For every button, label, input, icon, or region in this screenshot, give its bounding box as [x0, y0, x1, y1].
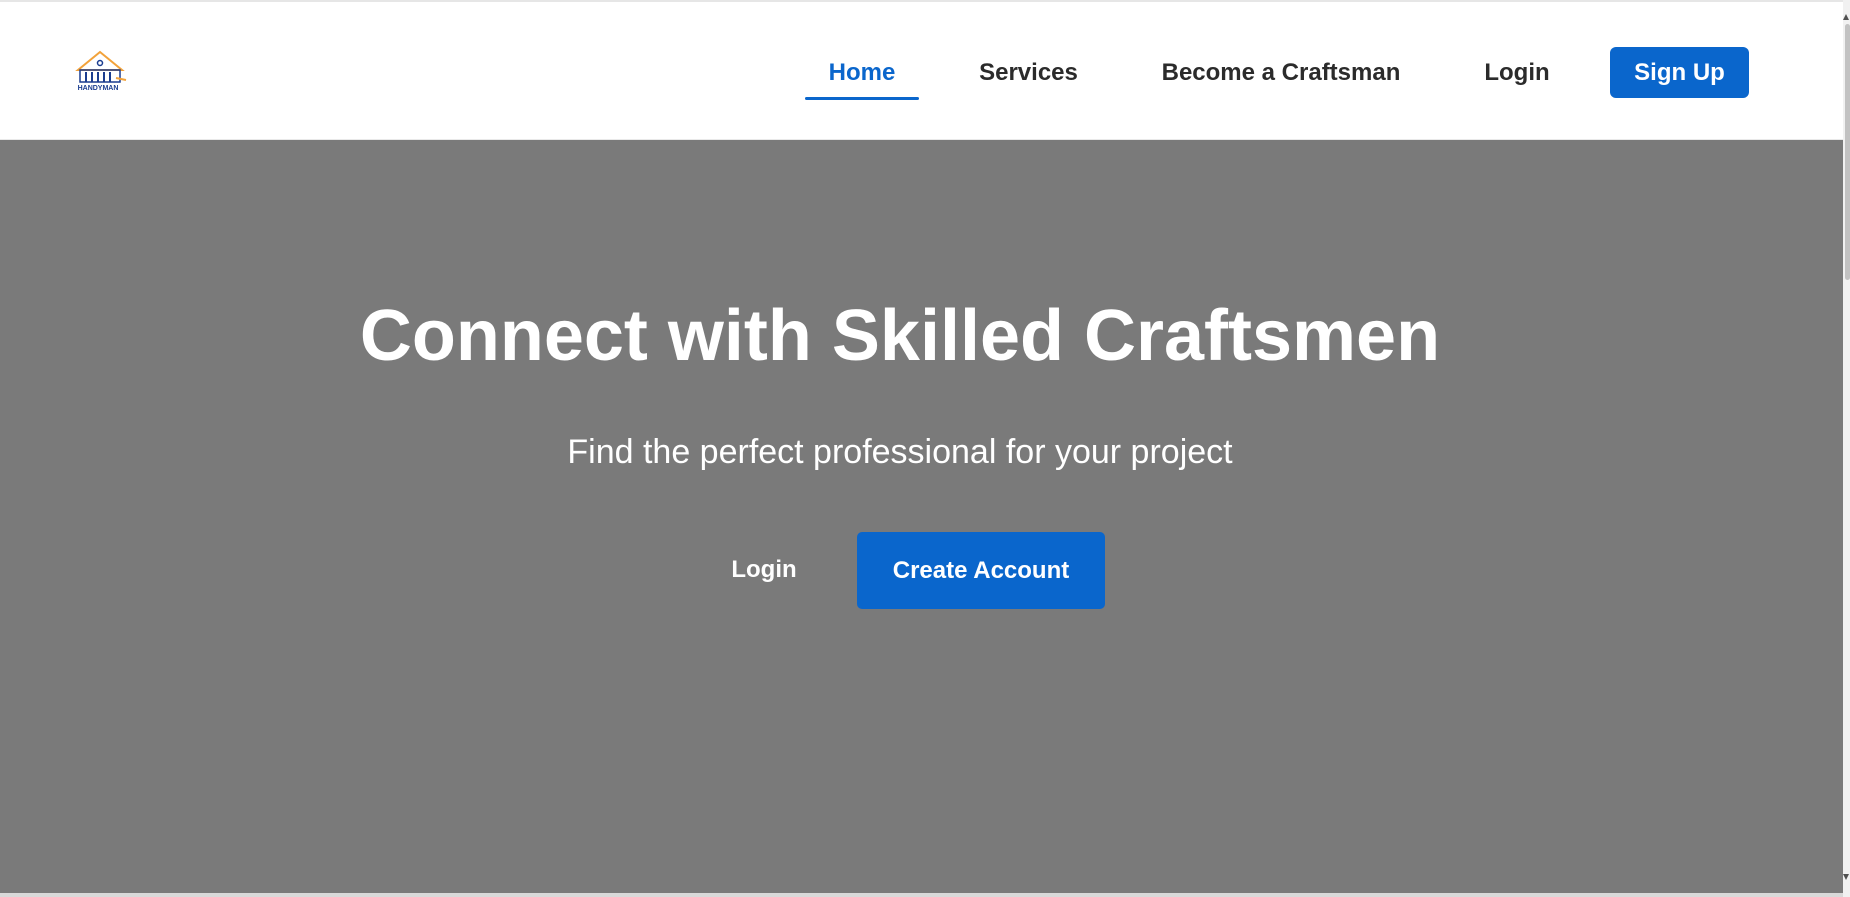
- create-account-button[interactable]: Create Account: [857, 532, 1105, 609]
- hero-subtitle: Find the perfect professional for your p…: [567, 433, 1233, 471]
- navbar: HANDYMAN Home Services Become a Craftsma…: [0, 2, 1843, 140]
- scrollbar-thumb[interactable]: [1845, 24, 1850, 280]
- nav-home-link[interactable]: Home: [805, 48, 919, 100]
- signup-button[interactable]: Sign Up: [1610, 47, 1749, 98]
- scroll-up-arrow-icon[interactable]: [1843, 14, 1849, 20]
- nav-become-craftsman-link[interactable]: Become a Craftsman: [1158, 48, 1404, 98]
- house-logo-icon: HANDYMAN: [75, 50, 127, 92]
- hero-login-button[interactable]: Login: [714, 545, 814, 595]
- page: HANDYMAN Home Services Become a Craftsma…: [0, 0, 1850, 897]
- hero-section: Connect with Skilled Craftsmen Find the …: [0, 140, 1843, 893]
- svg-text:HANDYMAN: HANDYMAN: [78, 85, 119, 92]
- nav-services-link[interactable]: Services: [970, 48, 1087, 98]
- scroll-down-arrow-icon[interactable]: [1843, 874, 1849, 880]
- page-scrollbar[interactable]: [1843, 0, 1850, 897]
- hero-title: Connect with Skilled Craftsmen: [359, 296, 1441, 376]
- nav-login-link[interactable]: Login: [1478, 48, 1556, 98]
- handyman-logo[interactable]: HANDYMAN: [72, 48, 128, 96]
- bottom-divider: [0, 893, 1850, 897]
